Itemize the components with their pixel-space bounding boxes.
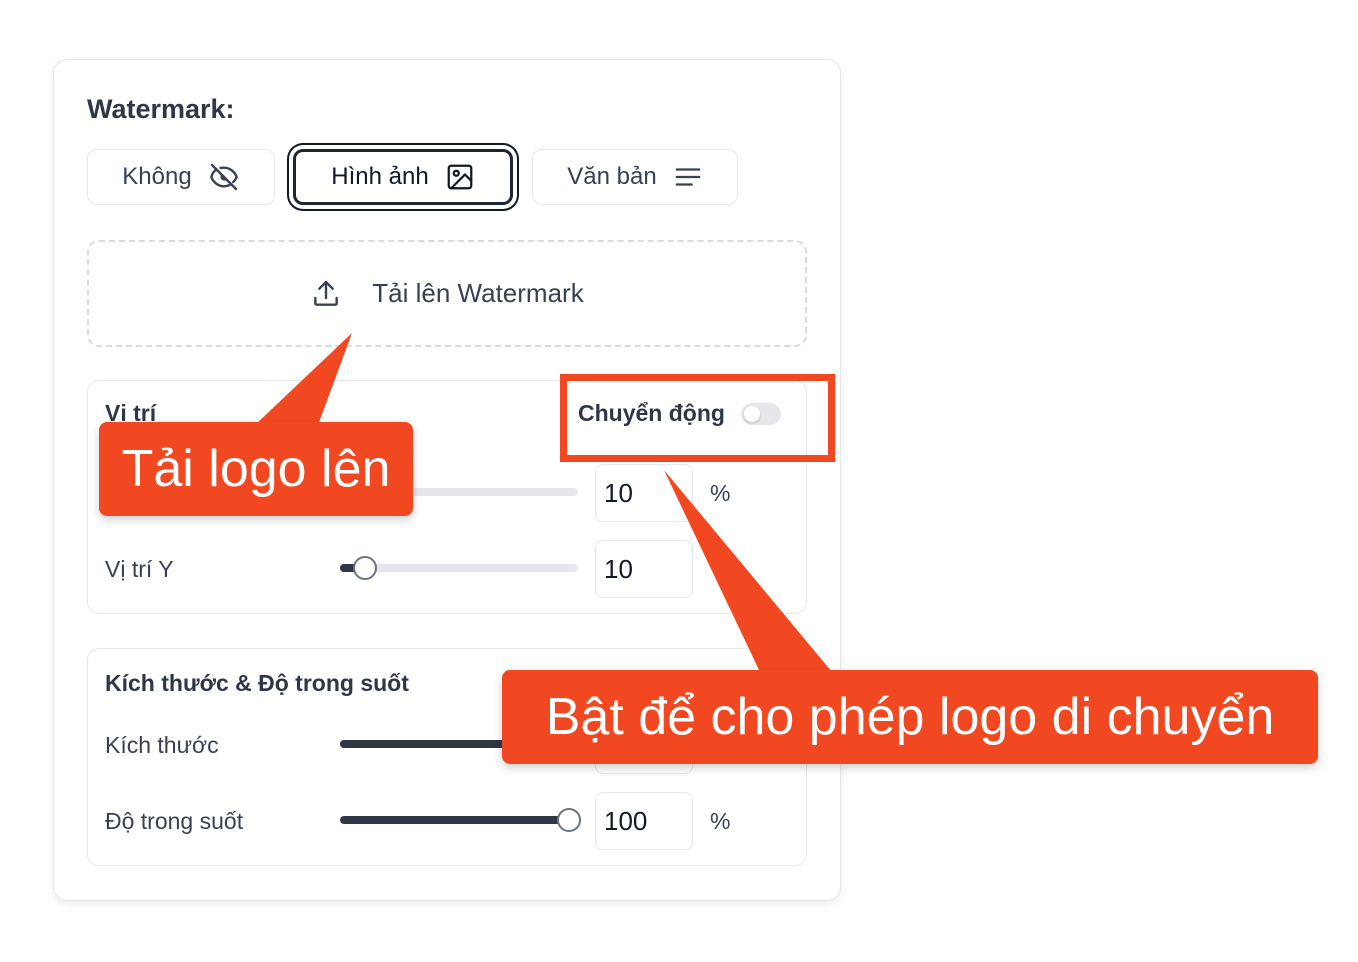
motion-callout: Bật để cho phép logo di chuyển	[502, 670, 1318, 764]
upload-callout-pointer	[255, 333, 352, 425]
upload-callout: Tải logo lên	[99, 422, 413, 516]
motion-callout-pointer	[664, 470, 832, 672]
